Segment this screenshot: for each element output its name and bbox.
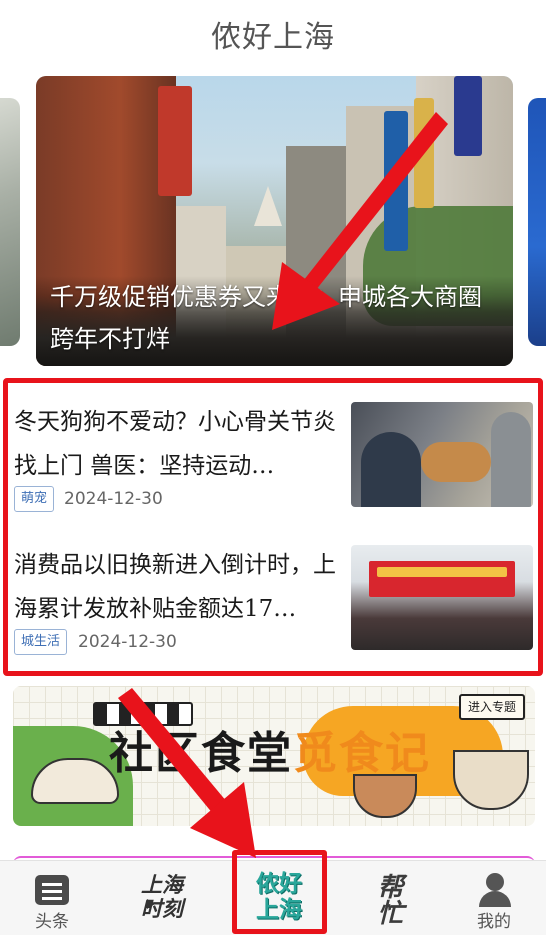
hero-photo-part bbox=[384, 111, 408, 251]
shanghai-moment-logo: 上海 时刻 bbox=[112, 873, 212, 921]
person-icon bbox=[477, 873, 513, 907]
promo-title-highlight: 觅食记 bbox=[293, 728, 431, 779]
tab-shanghai-moment[interactable]: 上海 时刻 bbox=[112, 861, 212, 935]
annotation-highlight-box bbox=[3, 378, 543, 676]
page-header: 侬好上海 bbox=[0, 0, 546, 68]
enter-topic-button[interactable]: 进入专题 bbox=[458, 694, 525, 720]
tab-label: 头条 bbox=[35, 912, 69, 932]
annotation-highlight-box bbox=[232, 850, 327, 934]
promo-title-main: 社区食堂 bbox=[109, 728, 293, 779]
person-icon-head bbox=[486, 873, 504, 891]
hero-photo-part bbox=[158, 86, 192, 196]
person-icon-body bbox=[479, 891, 511, 907]
tab-label: 我的 bbox=[477, 912, 511, 932]
logo-line: 时刻 bbox=[141, 896, 183, 921]
hero-photo-part bbox=[414, 98, 434, 208]
page-title: 侬好上海 bbox=[211, 20, 335, 55]
hero-caption: 千万级促销优惠券又来了：申城各大商圈跨年不打烊 bbox=[36, 276, 513, 366]
bowl-illustration bbox=[453, 750, 529, 810]
promo-banner[interactable]: 社区食堂觅食记 进入专题 bbox=[13, 686, 535, 826]
tab-headlines[interactable]: 头条 bbox=[2, 861, 102, 935]
logo-line: 上海 bbox=[141, 872, 183, 897]
tab-bangmang[interactable]: 帮忙 bbox=[334, 861, 434, 935]
awning-icon bbox=[93, 702, 193, 726]
play-icon bbox=[147, 899, 155, 909]
carousel-prev-card[interactable] bbox=[0, 98, 20, 346]
tab-mine[interactable]: 我的 bbox=[444, 861, 544, 935]
hero-news-card[interactable]: 千万级促销优惠券又来了：申城各大商圈跨年不打烊 bbox=[36, 76, 513, 366]
hero-photo-part bbox=[454, 76, 482, 156]
promo-title: 社区食堂觅食记 bbox=[109, 726, 431, 782]
hero-photo-part bbox=[254, 186, 282, 226]
news-icon bbox=[35, 875, 69, 905]
carousel-next-card[interactable] bbox=[528, 98, 546, 346]
bangmang-logo: 帮忙 bbox=[373, 873, 403, 925]
